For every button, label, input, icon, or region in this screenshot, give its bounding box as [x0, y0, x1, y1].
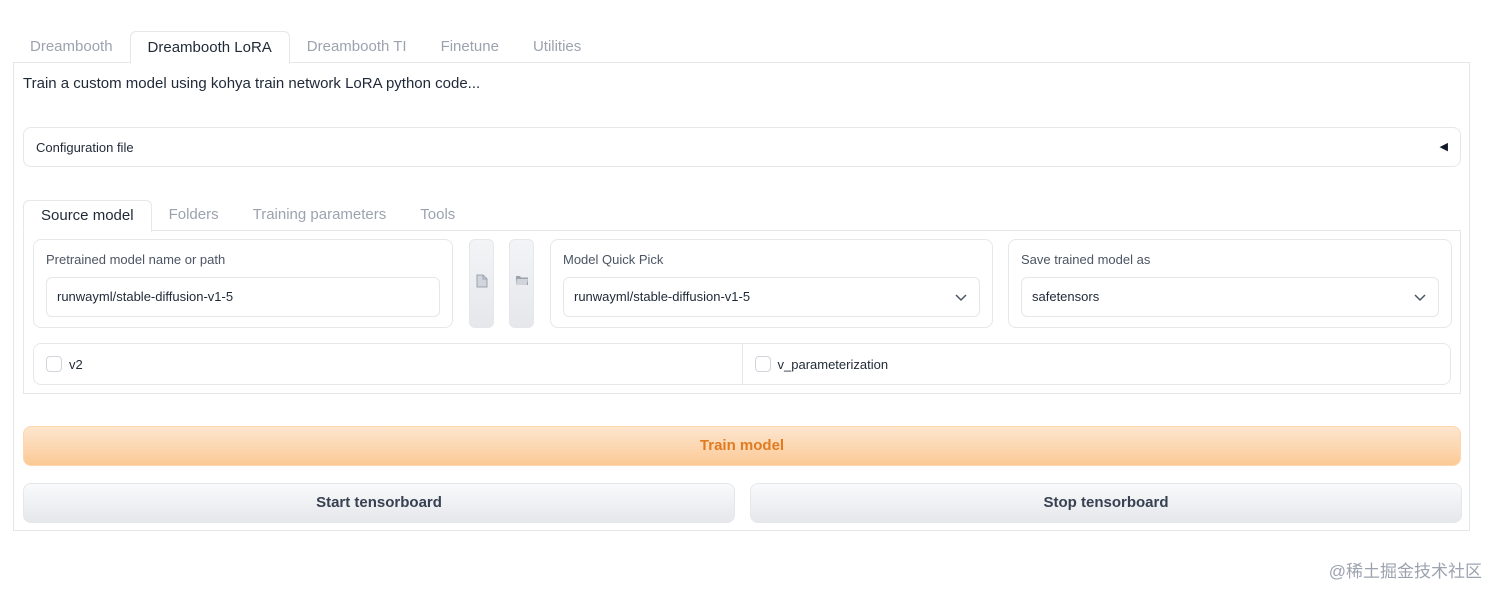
tab-dreambooth-ti[interactable]: Dreambooth TI	[290, 31, 424, 63]
tab-dreambooth[interactable]: Dreambooth	[13, 31, 130, 63]
watermark: @稀土掘金技术社区	[1328, 562, 1482, 581]
v-parameterization-label: v_parameterization	[777, 357, 889, 372]
v-parameterization-checkbox[interactable]	[754, 356, 771, 372]
tab-training-parameters[interactable]: Training parameters	[236, 200, 404, 232]
chevron-down-icon	[955, 278, 967, 316]
pretrained-model-label: Pretrained model name or path	[46, 252, 226, 267]
save-model-as-card: Save trained model as safetensors	[1008, 239, 1452, 328]
main-panel: Train a custom model using kohya train n…	[13, 62, 1470, 531]
tab-folders[interactable]: Folders	[152, 200, 236, 232]
save-model-as-select[interactable]: safetensors	[1021, 277, 1439, 317]
tab-source-model[interactable]: Source model	[23, 200, 152, 232]
save-model-as-value: safetensors	[1032, 289, 1100, 304]
accordion-label: Configuration file	[36, 140, 134, 155]
page-description: Train a custom model using kohya train n…	[23, 75, 481, 92]
pretrained-model-input[interactable]: runwayml/stable-diffusion-v1-5	[46, 277, 440, 317]
checkbox-row: v2 v_parameterization	[33, 343, 1451, 385]
configuration-file-accordion[interactable]: Configuration file ◀	[23, 127, 1461, 167]
open-folder-button[interactable]	[509, 239, 534, 328]
model-quick-pick-card: Model Quick Pick runwayml/stable-diffusi…	[550, 239, 993, 328]
source-model-panel: Pretrained model name or path runwayml/s…	[23, 230, 1461, 394]
top-tab-bar: Dreambooth Dreambooth LoRA Dreambooth TI…	[13, 31, 598, 64]
open-file-button[interactable]	[469, 239, 494, 328]
tab-tools[interactable]: Tools	[403, 200, 472, 232]
v2-checkbox-cell[interactable]: v2	[34, 344, 742, 384]
v2-checkbox[interactable]	[46, 356, 62, 372]
pretrained-model-card: Pretrained model name or path runwayml/s…	[33, 239, 453, 328]
tab-finetune[interactable]: Finetune	[424, 31, 516, 63]
inner-tab-bar: Source model Folders Training parameters…	[23, 200, 472, 232]
train-model-button[interactable]: Train model	[23, 426, 1461, 466]
v2-label: v2	[69, 357, 83, 372]
start-tensorboard-button[interactable]: Start tensorboard	[23, 483, 735, 523]
v-parameterization-checkbox-cell[interactable]: v_parameterization	[741, 344, 1451, 384]
tab-dreambooth-lora[interactable]: Dreambooth LoRA	[129, 31, 290, 64]
collapse-arrow-icon[interactable]: ◀	[1440, 140, 1448, 153]
document-icon	[470, 274, 493, 291]
save-model-as-label: Save trained model as	[1021, 252, 1151, 267]
stop-tensorboard-button[interactable]: Stop tensorboard	[750, 483, 1462, 523]
model-quick-pick-select[interactable]: runwayml/stable-diffusion-v1-5	[563, 277, 980, 317]
tab-utilities[interactable]: Utilities	[516, 31, 598, 63]
folder-icon	[510, 274, 533, 289]
model-quick-pick-label: Model Quick Pick	[563, 252, 664, 267]
model-quick-pick-value: runwayml/stable-diffusion-v1-5	[574, 289, 751, 304]
chevron-down-icon	[1414, 278, 1426, 316]
